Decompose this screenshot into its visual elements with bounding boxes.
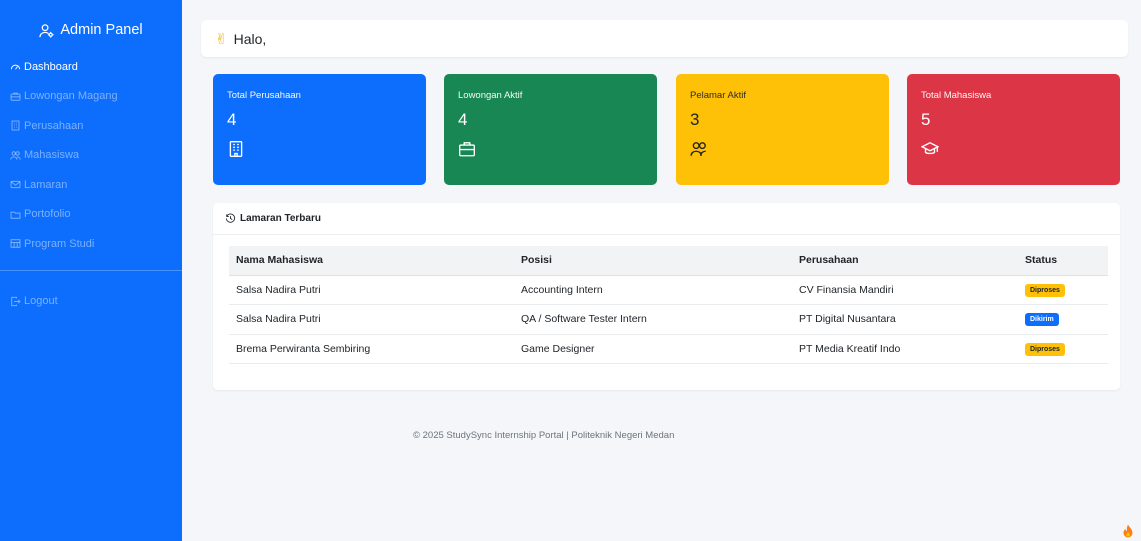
position: Game Designer <box>514 334 792 364</box>
position: Accounting Intern <box>514 275 792 305</box>
status-cell: Diproses <box>1018 334 1108 364</box>
table-row: Salsa Nadira Putri Accounting Intern CV … <box>229 275 1108 305</box>
sidebar-item-program-studi[interactable]: Program Studi <box>0 229 182 259</box>
sidebar-item-portofolio[interactable]: Portofolio <box>0 200 182 230</box>
logout-label: Logout <box>24 295 58 308</box>
stat-value: 4 <box>227 110 237 129</box>
sidebar-item-dashboard[interactable]: Dashboard <box>0 52 182 82</box>
company: CV Finansia Mandiri <box>792 275 1018 305</box>
stat-value: 5 <box>921 110 931 129</box>
sidebar-item-lowongan[interactable]: Lowongan Magang <box>0 82 182 112</box>
stat-card-lowongan-aktif: Lowongan Aktif 4 <box>444 74 657 185</box>
flame-icon[interactable] <box>1122 524 1134 538</box>
stat-value: 3 <box>690 110 700 129</box>
status-badge: Diproses <box>1025 283 1065 297</box>
sidebar-item-label: Lowongan Magang <box>24 90 118 103</box>
sidebar-item-lamaran[interactable]: Lamaran <box>0 170 182 200</box>
sidebar-item-label: Perusahaan <box>24 119 84 132</box>
speedometer-icon <box>10 64 21 70</box>
stat-value: 4 <box>458 110 468 129</box>
people-icon <box>690 142 706 156</box>
sidebar-item-perusahaan[interactable]: Perusahaan <box>0 111 182 141</box>
building-icon <box>11 120 20 131</box>
sidebar-item-mahasiswa[interactable]: Mahasiswa <box>0 141 182 171</box>
column-header: Perusahaan <box>792 246 1018 276</box>
sidebar-brand[interactable]: Admin Panel <box>0 0 182 44</box>
stat-card-total-perusahaan: Total Perusahaan 4 <box>213 74 426 185</box>
person-gear-icon <box>39 23 54 38</box>
student-name: Salsa Nadira Putri <box>229 275 514 305</box>
position: QA / Software Tester Intern <box>514 304 792 335</box>
stat-card-total-mahasiswa: Total Mahasiswa 5 <box>907 74 1120 185</box>
grid-icon <box>10 239 21 249</box>
folder-icon <box>10 211 21 219</box>
company: PT Digital Nusantara <box>792 304 1018 335</box>
envelope-icon <box>10 181 21 189</box>
waving-hand-icon: ✌ <box>215 30 228 48</box>
panel-header: Lamaran Terbaru <box>213 203 1120 235</box>
student-name: Brema Perwiranta Sembiring <box>229 334 514 364</box>
status-badge: Diproses <box>1025 342 1065 356</box>
table-row: Salsa Nadira Putri QA / Software Tester … <box>229 304 1108 335</box>
sidebar-divider <box>0 269 182 271</box>
status-badge: Dikirim <box>1025 313 1059 327</box>
building-icon <box>229 141 243 157</box>
column-header: Status <box>1018 246 1108 276</box>
greeting-text: Halo, <box>233 30 267 47</box>
column-header: Nama Mahasiswa <box>229 246 514 276</box>
briefcase-icon <box>459 142 475 157</box>
logout-icon <box>11 296 21 306</box>
recent-applications-table: Nama Mahasiswa Posisi Perusahaan Status … <box>229 246 1108 364</box>
column-header: Posisi <box>514 246 792 276</box>
stat-card-pelamar-aktif: Pelamar Aktif 3 <box>676 74 889 185</box>
sidebar-nav: Dashboard Lowongan Magang Perusahaan Mah… <box>0 52 182 259</box>
clock-history-icon <box>225 213 236 223</box>
sidebar-item-label: Dashboard <box>24 60 78 73</box>
briefcase-icon <box>10 92 21 101</box>
topbar: ✌ Halo, <box>201 20 1128 57</box>
sidebar-item-label: Portofolio <box>24 208 71 221</box>
mortarboard-icon <box>921 142 939 155</box>
logout-button[interactable]: Logout <box>0 287 182 317</box>
table-row: Brema Perwiranta Sembiring Game Designer… <box>229 334 1108 364</box>
stat-label: Total Perusahaan <box>227 90 301 101</box>
sidebar: Admin Panel Dashboard Lowongan Magang Pe… <box>0 0 182 541</box>
recent-applications-panel: Lamaran Terbaru Nama Mahasiswa Posisi Pe… <box>213 203 1120 390</box>
table-header-row: Nama Mahasiswa Posisi Perusahaan Status <box>229 246 1108 276</box>
panel-title: Lamaran Terbaru <box>240 213 321 224</box>
sidebar-item-label: Program Studi <box>24 237 95 250</box>
stat-label: Lowongan Aktif <box>458 90 523 101</box>
people-icon <box>10 150 21 160</box>
stat-label: Total Mahasiswa <box>921 90 992 101</box>
status-cell: Diproses <box>1018 275 1108 305</box>
status-cell: Dikirim <box>1018 304 1108 335</box>
stat-label: Pelamar Aktif <box>690 90 746 101</box>
company: PT Media Kreatif Indo <box>792 334 1018 364</box>
page-footer: © 2025 StudySync Internship Portal | Pol… <box>413 430 675 441</box>
sidebar-item-label: Lamaran <box>24 178 68 191</box>
student-name: Salsa Nadira Putri <box>229 304 514 335</box>
sidebar-item-label: Mahasiswa <box>24 149 80 162</box>
brand-title: Admin Panel <box>60 22 143 38</box>
